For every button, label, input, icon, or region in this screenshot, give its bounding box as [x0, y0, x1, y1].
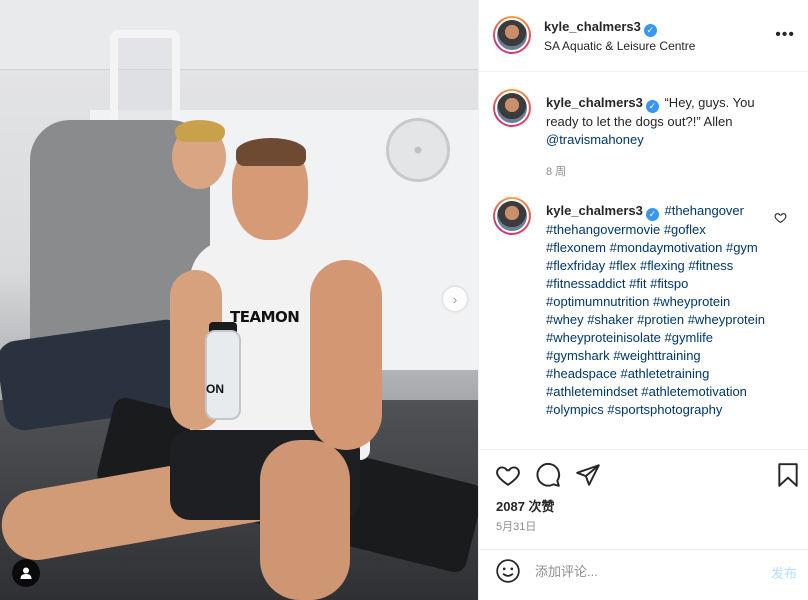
chevron-right-icon: › — [452, 291, 458, 307]
comment-icon[interactable] — [535, 462, 561, 488]
hashtag-link[interactable]: #athletemindset — [546, 384, 638, 399]
hashtag-link[interactable]: #gymshark — [546, 348, 610, 363]
background-person-hair — [175, 120, 225, 142]
hashtag-link[interactable]: #wheyproteinisolate — [546, 330, 661, 345]
main-person-arm-right — [310, 260, 382, 450]
hashtag-link[interactable]: #protien — [637, 312, 684, 327]
main-person-hair — [236, 138, 306, 166]
hashtag-link[interactable]: #goflex — [664, 222, 706, 237]
main-person-knee — [260, 440, 350, 600]
hashtag-link[interactable]: #fitness — [688, 258, 733, 273]
avatar[interactable] — [493, 16, 531, 54]
post-date[interactable]: 5月31日 — [496, 518, 536, 534]
hashtag-link[interactable]: #weighttraining — [613, 348, 700, 363]
add-comment-bar: 发布 — [479, 549, 808, 600]
heart-icon[interactable] — [495, 462, 521, 488]
hashtag-link[interactable]: #sportsphotography — [607, 402, 722, 417]
bottle-logo: ON — [206, 382, 224, 396]
hashtag-link[interactable]: #gymlife — [665, 330, 713, 345]
hashtag-link[interactable]: #mondaymotivation — [610, 240, 723, 255]
verified-badge-icon: ✓ — [645, 208, 659, 221]
comment-username[interactable]: kyle_chalmers3 ✓ — [546, 203, 659, 221]
user-icon — [20, 567, 32, 579]
caption-time[interactable]: 8 周 — [546, 163, 566, 179]
caption-text: kyle_chalmers3 ✓ “Hey, guys. You ready to… — [546, 95, 755, 147]
verified-badge-icon: ✓ — [645, 100, 659, 113]
caption-username[interactable]: kyle_chalmers3 ✓ — [546, 95, 659, 113]
hashtag-link[interactable]: #wheyprotein — [653, 294, 730, 309]
next-photo-button[interactable]: › — [443, 287, 467, 311]
post-actions: 2087 次赞 5月31日 — [479, 449, 808, 549]
post-side-panel: kyle_chalmers3 ✓ SA Aquatic & Leisure Cen… — [478, 0, 808, 600]
hashtag-link[interactable]: #shaker — [587, 312, 633, 327]
hashtag-link[interactable]: #fitnessaddict — [546, 276, 626, 291]
like-comment-heart-icon[interactable] — [774, 211, 787, 224]
hashtag-link[interactable]: #headspace — [546, 366, 617, 381]
bookmark-icon[interactable] — [775, 462, 801, 488]
hashtag-link[interactable]: #flex — [609, 258, 636, 273]
avatar[interactable] — [493, 89, 531, 127]
hashtag-link[interactable]: #fit — [629, 276, 646, 291]
shirt-logo: TEAMON — [230, 308, 300, 326]
more-dots-icon: ••• — [775, 26, 795, 43]
tagged-users-button[interactable] — [12, 559, 40, 587]
comments-section[interactable]: kyle_chalmers3 ✓ “Hey, guys. You ready to… — [479, 73, 808, 449]
shaker-bottle — [205, 330, 241, 420]
share-icon[interactable] — [575, 462, 601, 488]
hashtag-link[interactable]: #whey — [546, 312, 584, 327]
likes-count[interactable]: 2087 次赞 — [496, 496, 555, 515]
post-photo[interactable]: TEAMON ON › — [0, 0, 478, 600]
hashtag-link[interactable]: #thehangover — [664, 203, 744, 218]
hashtag-link[interactable]: #athletetraining — [620, 366, 709, 381]
hashtag-link[interactable]: #flexfriday — [546, 258, 605, 273]
verified-badge-icon: ✓ — [643, 24, 657, 37]
hashtag-link[interactable]: #wheyprotein — [688, 312, 765, 327]
header-username[interactable]: kyle_chalmers3 ✓ — [544, 19, 657, 37]
mention-link[interactable]: @travismahoney — [546, 132, 644, 147]
ceiling — [0, 0, 478, 70]
hashtag-link[interactable]: #athletemotivation — [641, 384, 747, 399]
hashtag-link[interactable]: #olympics — [546, 402, 604, 417]
location-link[interactable]: SA Aquatic & Leisure Centre — [544, 39, 695, 53]
hashtag-link[interactable]: #thehangovermovie — [546, 222, 660, 237]
emoji-icon[interactable] — [495, 558, 521, 584]
post-comment-button[interactable]: 发布 — [771, 563, 797, 582]
hashtag-link[interactable]: #optimumnutrition — [546, 294, 649, 309]
avatar[interactable] — [493, 197, 531, 235]
hashtag-link[interactable]: #flexonem — [546, 240, 606, 255]
more-options-button[interactable]: ••• — [775, 26, 795, 44]
hashtag-link[interactable]: #gym — [726, 240, 758, 255]
hashtag-link[interactable]: #flexing — [640, 258, 685, 273]
post-header: kyle_chalmers3 ✓ SA Aquatic & Leisure Cen… — [479, 0, 808, 72]
comment-input[interactable] — [535, 560, 745, 582]
comment-text: kyle_chalmers3 ✓ #thehangover #thehangove… — [546, 202, 766, 419]
hashtag-link[interactable]: #fitspo — [650, 276, 688, 291]
wall-fan — [386, 118, 450, 182]
